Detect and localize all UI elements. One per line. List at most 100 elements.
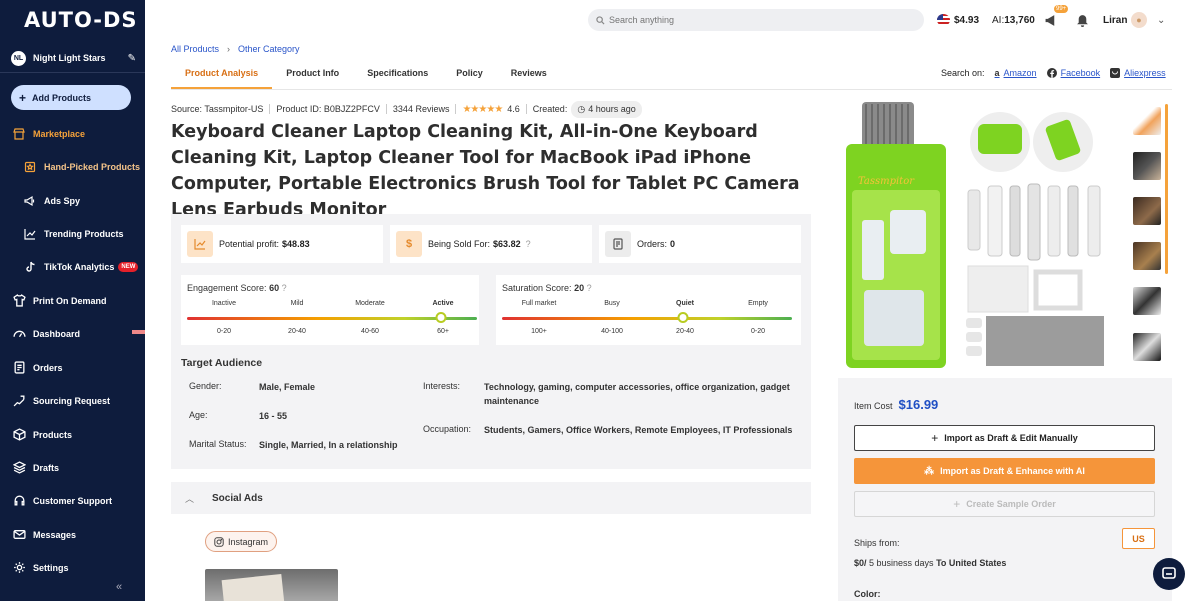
mail-icon — [12, 528, 26, 542]
shirt-icon — [12, 294, 26, 308]
store-selector[interactable]: NL Night Light Stars ✎ — [11, 50, 136, 66]
sidebar-item-label: Settings — [33, 562, 69, 573]
user-menu-chevron-down-icon[interactable]: ⌄ — [1157, 12, 1165, 28]
breadcrumb-current[interactable]: Other Category — [238, 44, 300, 54]
saturation-bar — [502, 317, 792, 320]
gear-icon — [12, 561, 26, 575]
autods-logo[interactable]: AUTO-DS — [24, 8, 138, 32]
help-icon[interactable]: ? — [587, 283, 592, 293]
thumbnail-2[interactable] — [1133, 152, 1161, 180]
us-flag-icon — [937, 14, 950, 26]
sidebar-item-products[interactable]: Products — [0, 418, 145, 451]
help-icon[interactable]: ? — [282, 283, 287, 293]
thumbnail-3[interactable] — [1133, 197, 1161, 225]
sidebar: AUTO-DS NL Night Light Stars ✎ + Add Pro… — [0, 0, 145, 601]
sidebar-item-drafts[interactable]: Drafts — [0, 451, 145, 484]
shipping-days: 5 business days — [866, 558, 937, 568]
tab-product-analysis[interactable]: Product Analysis — [171, 60, 273, 90]
search-input[interactable] — [609, 15, 909, 25]
divider — [455, 104, 457, 114]
trend-icon — [23, 227, 37, 241]
social-ads-accordion[interactable]: ︿ Social Ads — [171, 482, 811, 514]
sidebar-item-ads-spy[interactable]: Ads Spy — [0, 184, 145, 217]
sidebar-item-tiktok-analytics[interactable]: TikTok Analytics NEW — [0, 250, 145, 283]
user-name[interactable]: Liran — [1103, 12, 1127, 28]
engagement-level-label-active: Active — [432, 300, 454, 307]
tiktok-icon — [23, 260, 37, 274]
saturation-level-label: Full market — [521, 300, 557, 307]
age-value: 16 - 55 — [259, 411, 288, 421]
sidebar-item-label: Hand-Picked Products — [44, 161, 141, 172]
instagram-filter[interactable]: Instagram — [205, 531, 278, 552]
saturation-range: 0-20 — [750, 328, 766, 335]
avatar[interactable]: ● — [1131, 12, 1147, 28]
tab-reviews[interactable]: Reviews — [497, 60, 561, 90]
divider — [385, 104, 387, 114]
balance-display[interactable]: $4.93 — [937, 12, 979, 28]
import-edit-manually-button[interactable]: + Import as Draft & Edit Manually — [854, 425, 1155, 451]
notifications-button[interactable] — [1076, 12, 1089, 28]
sidebar-item-messages[interactable]: Messages — [0, 518, 145, 551]
orders-icon — [605, 231, 631, 257]
sidebar-item-trending[interactable]: Trending Products — [0, 217, 145, 250]
sidebar-item-marketplace[interactable]: Marketplace — [0, 117, 145, 150]
create-sample-order-button[interactable]: + Create Sample Order — [854, 491, 1155, 517]
user-name-label: Liran — [1103, 14, 1128, 26]
ai-credits[interactable]: AI: 13,760 — [992, 12, 1035, 28]
clock-icon: ◷ — [577, 103, 586, 114]
social-ad-thumbnail[interactable] — [205, 569, 338, 601]
collapse-sidebar-icon[interactable]: « — [116, 581, 122, 593]
occupation-label: Occupation: — [423, 424, 472, 434]
tab-policy[interactable]: Policy — [442, 60, 497, 90]
sidebar-item-label: Sourcing Request — [33, 395, 111, 406]
megaphone-button[interactable] — [1044, 12, 1058, 28]
shipping-cost: $0/ — [854, 558, 867, 568]
import-ai-label: Import as Draft & Enhance with AI — [940, 466, 1085, 476]
social-ads-title: Social Ads — [212, 492, 263, 504]
thumbnail-1[interactable] — [1133, 107, 1161, 135]
global-search[interactable] — [588, 9, 924, 31]
thumbnail-4[interactable] — [1133, 242, 1161, 270]
engagement-range: 0-20 — [216, 328, 232, 335]
sidebar-item-hand-picked[interactable]: Hand-Picked Products — [0, 150, 145, 183]
chat-icon — [1162, 567, 1176, 579]
sidebar-divider — [0, 72, 145, 73]
sidebar-item-dashboard[interactable]: Dashboard — [0, 317, 145, 350]
saturation-level-label-active: Quiet — [676, 300, 694, 307]
add-products-button[interactable]: + Add Products — [11, 85, 131, 110]
engagement-level-label: Inactive — [211, 300, 237, 307]
edit-icon[interactable]: ✎ — [128, 53, 136, 64]
amazon-link-label: Amazon — [1003, 68, 1037, 78]
created-label: Created: — [532, 104, 568, 114]
aliexpress-icon — [1110, 68, 1121, 78]
amazon-link[interactable]: a Amazon — [995, 68, 1037, 78]
tab-product-info[interactable]: Product Info — [272, 60, 353, 90]
help-icon[interactable]: ? — [526, 239, 531, 249]
sidebar-item-print-on-demand[interactable]: Print On Demand — [0, 284, 145, 317]
item-cost-label: Item Cost — [854, 401, 893, 411]
engagement-range: 40-60 — [361, 328, 379, 335]
product-main-image[interactable]: Tassmpitor — [838, 100, 1113, 370]
tab-specifications[interactable]: Specifications — [353, 60, 442, 90]
occupation-value: Students, Gamers, Office Workers, Remote… — [484, 425, 793, 435]
ships-from-us-option[interactable]: US — [1122, 528, 1155, 549]
sidebar-item-settings[interactable]: Settings — [0, 551, 145, 584]
sold-for-card: $ Being Sold For: $63.82 ? — [390, 225, 592, 263]
target-audience-title: Target Audience — [181, 357, 263, 369]
created-value: 4 hours ago — [588, 104, 636, 114]
sidebar-item-customer-support[interactable]: Customer Support — [0, 484, 145, 517]
sidebar-item-sourcing-request[interactable]: Sourcing Request — [0, 384, 145, 417]
chat-support-button[interactable] — [1153, 558, 1185, 590]
notification-badge: 99+ — [1054, 5, 1069, 13]
instagram-icon — [214, 536, 224, 547]
thumbnail-scrollbar[interactable] — [1165, 104, 1168, 274]
breadcrumb-root[interactable]: All Products — [171, 44, 219, 54]
sidebar-item-label: Trending Products — [44, 228, 124, 239]
sidebar-item-orders[interactable]: Orders — [0, 351, 145, 384]
thumbnail-5[interactable] — [1133, 287, 1161, 315]
instagram-label: Instagram — [228, 536, 269, 547]
aliexpress-link[interactable]: Aliexpress — [1110, 68, 1166, 78]
import-enhance-ai-button[interactable]: ⁂ Import as Draft & Enhance with AI — [854, 458, 1155, 484]
thumbnail-6[interactable] — [1133, 333, 1161, 361]
facebook-link[interactable]: Facebook — [1046, 68, 1100, 78]
